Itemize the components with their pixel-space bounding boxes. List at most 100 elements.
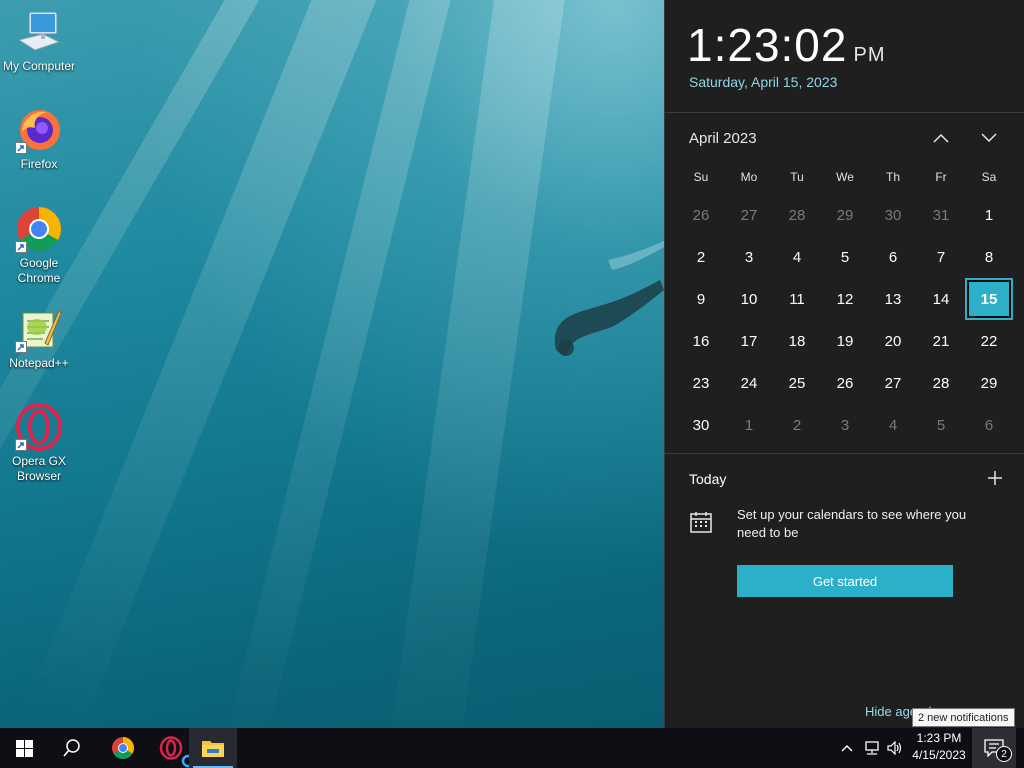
shortcut-arrow-icon: [15, 341, 27, 353]
taskbar-clock[interactable]: 1:23 PM 4/15/2023: [908, 730, 970, 764]
calendar-day[interactable]: 7: [917, 236, 965, 278]
desktop-icon-opera-gx[interactable]: Opera GX Browser: [0, 403, 78, 484]
calendar-day-number: 3: [840, 416, 850, 434]
start-button[interactable]: [0, 728, 48, 768]
calendar-day[interactable]: 29: [821, 194, 869, 236]
calendar-day[interactable]: 24: [725, 362, 773, 404]
calendar-day[interactable]: 10: [725, 278, 773, 320]
calendar-day-number: 2: [792, 416, 802, 434]
calendar-day[interactable]: 21: [917, 320, 965, 362]
calendar-day[interactable]: 31: [917, 194, 965, 236]
calendar-day-number: 1: [744, 416, 754, 434]
calendar-day-today[interactable]: 15: [965, 278, 1013, 320]
desktop-icon-notepadpp[interactable]: Notepad++: [0, 305, 78, 371]
get-started-button[interactable]: Get started: [737, 565, 953, 597]
add-event-button[interactable]: [983, 466, 1007, 490]
calendar-day-number: 12: [836, 290, 854, 308]
taskbar-chrome-button[interactable]: [99, 728, 147, 768]
weekday-label: Tu: [790, 170, 804, 184]
file-explorer-icon: [202, 741, 224, 757]
calendar-day[interactable]: 3: [821, 404, 869, 446]
desktop-icon-my-computer[interactable]: My Computer: [0, 8, 78, 74]
calendar-day-number: 21: [932, 332, 950, 350]
calendar-day[interactable]: 30: [677, 404, 725, 446]
chrome-icon: [15, 205, 63, 253]
chrome-icon: [112, 737, 134, 759]
calendar-day-number: 26: [836, 374, 854, 392]
calendar-day[interactable]: 8: [965, 236, 1013, 278]
computer-icon: [15, 8, 63, 56]
taskbar-date: 4/15/2023: [912, 748, 966, 762]
calendar-month-title[interactable]: April 2023: [689, 130, 757, 147]
calendar-day[interactable]: 14: [917, 278, 965, 320]
calendar-day[interactable]: 19: [821, 320, 869, 362]
desktop-icon-google-chrome[interactable]: Google Chrome: [0, 205, 78, 286]
calendar-day-number: 3: [744, 248, 754, 266]
taskbar-opera-gx-button[interactable]: [147, 728, 195, 768]
notifications-tooltip: 2 new notifications: [912, 708, 1015, 727]
show-hidden-icons-button[interactable]: [836, 728, 858, 768]
agenda-today-label: Today: [689, 471, 727, 487]
action-center-button[interactable]: 2: [972, 728, 1016, 768]
calendar-day[interactable]: 27: [725, 194, 773, 236]
taskbar-file-explorer-button[interactable]: [189, 728, 237, 768]
calendar-day[interactable]: 27: [869, 362, 917, 404]
calendar-day[interactable]: 26: [677, 194, 725, 236]
calendar-day[interactable]: 28: [917, 362, 965, 404]
calendar-day[interactable]: 23: [677, 362, 725, 404]
volume-button[interactable]: [884, 728, 906, 768]
calendar-day[interactable]: 16: [677, 320, 725, 362]
speaker-icon: [887, 741, 902, 755]
calendar-day[interactable]: 2: [773, 404, 821, 446]
clock-display: 1:23:02 PM: [687, 18, 885, 72]
desktop-icon-label: Notepad++: [9, 356, 69, 370]
divider: [665, 453, 1024, 454]
calendar-day-number: 11: [789, 290, 805, 308]
calendar-day[interactable]: 20: [869, 320, 917, 362]
calendar-day[interactable]: 30: [869, 194, 917, 236]
calendar-day[interactable]: 13: [869, 278, 917, 320]
calendar-day[interactable]: 3: [725, 236, 773, 278]
calendar-day[interactable]: 4: [869, 404, 917, 446]
calendar-setup-message: Set up your calendars to see where you n…: [737, 507, 967, 540]
calendar-day[interactable]: 25: [773, 362, 821, 404]
calendar-day[interactable]: 6: [869, 236, 917, 278]
calendar-day[interactable]: 1: [965, 194, 1013, 236]
calendar-day[interactable]: 2: [677, 236, 725, 278]
calendar-day-number: 14: [932, 290, 950, 308]
calendar-day-number: 10: [740, 290, 758, 308]
calendar-day[interactable]: 1: [725, 404, 773, 446]
weekday-label: Mo: [740, 170, 758, 184]
calendar-day[interactable]: 11: [773, 278, 821, 320]
next-month-button[interactable]: [975, 126, 1003, 150]
calendar-day-number: 24: [740, 374, 758, 392]
calendar-day[interactable]: 22: [965, 320, 1013, 362]
previous-month-button[interactable]: [927, 126, 955, 150]
search-button[interactable]: [48, 728, 96, 768]
calendar-day-number: 6: [984, 416, 994, 434]
calendar-day[interactable]: 5: [821, 236, 869, 278]
firefox-icon: [15, 106, 63, 154]
divider: [665, 112, 1024, 113]
calendar-day[interactable]: 9: [677, 278, 725, 320]
calendar-day[interactable]: 4: [773, 236, 821, 278]
calendar-day[interactable]: 26: [821, 362, 869, 404]
calendar-day-number: 4: [888, 416, 898, 434]
weekday-label: Th: [885, 170, 900, 184]
calendar-day[interactable]: 6: [965, 404, 1013, 446]
calendar-day-number: 4: [792, 248, 802, 266]
calendar-day[interactable]: 29: [965, 362, 1013, 404]
calendar-day-number: 7: [936, 248, 946, 266]
calendar-day[interactable]: 12: [821, 278, 869, 320]
calendar-day[interactable]: 18: [773, 320, 821, 362]
desktop-icon-firefox[interactable]: Firefox: [0, 106, 78, 172]
calendar-day-number: 23: [692, 374, 710, 392]
network-button[interactable]: [860, 728, 884, 768]
long-date-link[interactable]: Saturday, April 15, 2023: [689, 74, 837, 90]
calendar-day-number: 22: [980, 332, 998, 350]
calendar-day[interactable]: 5: [917, 404, 965, 446]
calendar-day[interactable]: 28: [773, 194, 821, 236]
calendar-day-number: 31: [932, 206, 950, 224]
calendar-day[interactable]: 17: [725, 320, 773, 362]
desktop-icon-label: Google Chrome: [17, 256, 61, 285]
